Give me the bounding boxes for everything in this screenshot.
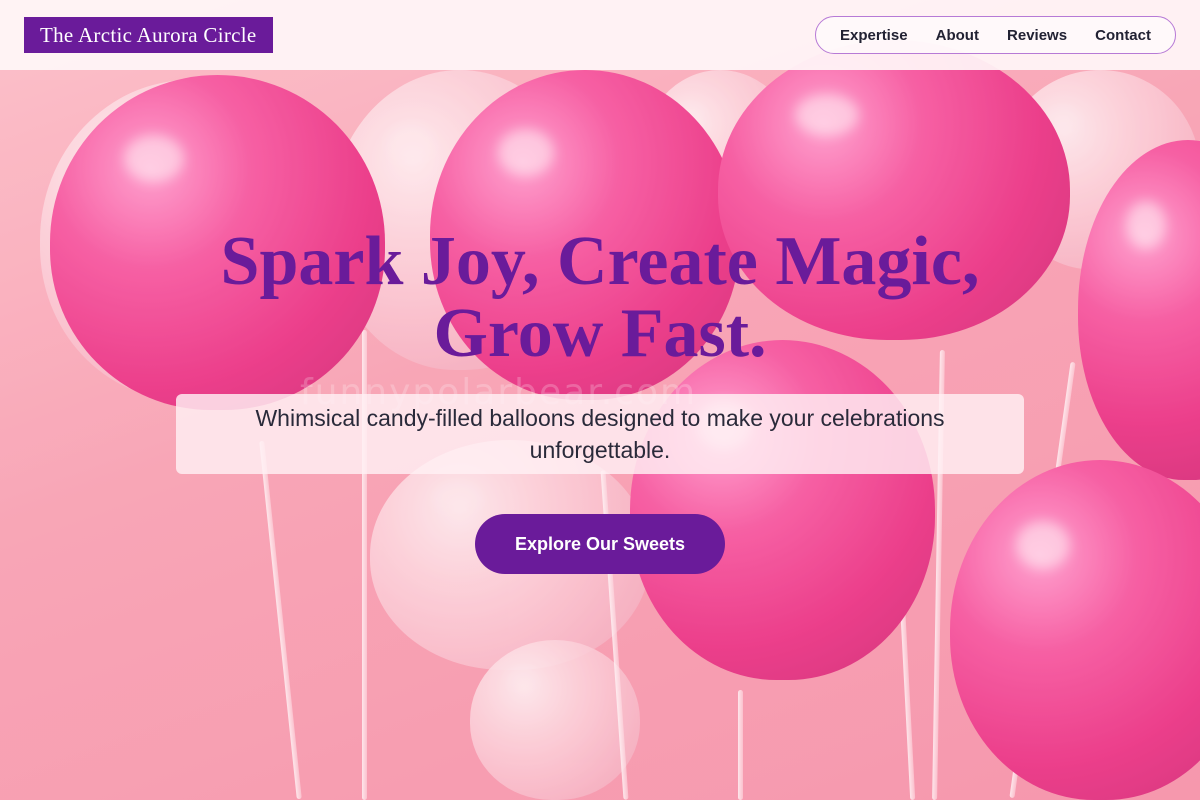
hero-subtitle-card: Whimsical candy-filled balloons designed… bbox=[176, 394, 1024, 474]
brand-logo[interactable]: The Arctic Aurora Circle bbox=[24, 17, 273, 53]
site-header: The Arctic Aurora Circle Expertise About… bbox=[0, 0, 1200, 70]
hero-headline-line-1: Spark Joy, Create Magic, bbox=[220, 223, 980, 300]
hero-headline: Spark Joy, Create Magic, Grow Fast. bbox=[100, 226, 1100, 370]
hero-subtitle: Whimsical candy-filled balloons designed… bbox=[255, 405, 945, 463]
hero-headline-line-2: Grow Fast. bbox=[433, 295, 767, 372]
nav-link-expertise[interactable]: Expertise bbox=[840, 27, 908, 44]
nav-link-reviews[interactable]: Reviews bbox=[1007, 27, 1067, 44]
nav-link-about[interactable]: About bbox=[936, 27, 979, 44]
main-nav: Expertise About Reviews Contact bbox=[815, 16, 1176, 54]
nav-link-contact[interactable]: Contact bbox=[1095, 27, 1151, 44]
explore-sweets-button[interactable]: Explore Our Sweets bbox=[475, 514, 725, 574]
